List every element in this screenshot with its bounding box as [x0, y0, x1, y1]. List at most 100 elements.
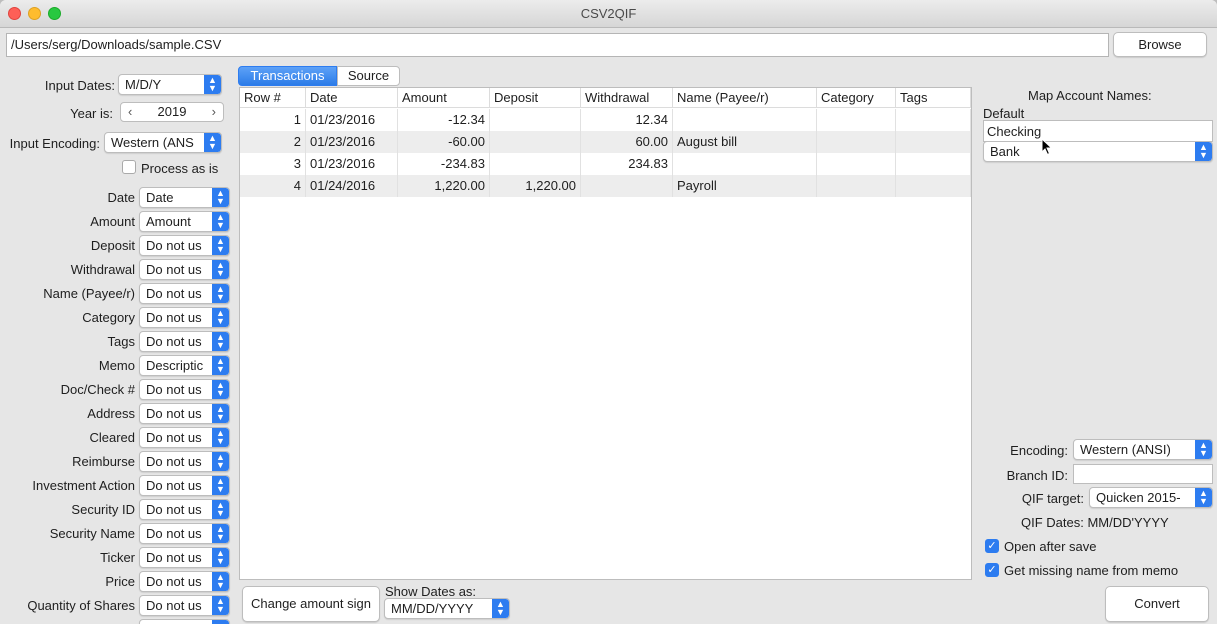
table-cell: [581, 175, 673, 197]
chevron-right-icon[interactable]: ›: [212, 103, 216, 121]
encoding-select[interactable]: Western (ANSI) ▲ ▼: [1073, 439, 1213, 460]
field-map-select[interactable]: Do not us ▲ ▼: [139, 547, 230, 568]
field-map-select[interactable]: Do not us ▲ ▼: [139, 523, 230, 544]
chevron-updown-icon: ▲ ▼: [212, 380, 229, 399]
file-path-input[interactable]: /Users/serg/Downloads/sample.CSV: [6, 33, 1109, 57]
get-missing-name-checkbox[interactable]: ✓: [985, 563, 999, 577]
show-dates-select[interactable]: MM/DD/YYYY ▲ ▼: [384, 598, 510, 619]
table-cell: -234.83: [398, 153, 490, 175]
chevron-updown-icon: ▲ ▼: [212, 596, 229, 615]
year-value: 2019: [157, 104, 187, 119]
chevron-updown-icon: ▲ ▼: [212, 548, 229, 567]
column-header[interactable]: Name (Payee/r): [673, 88, 817, 108]
chevron-updown-icon: ▲ ▼: [212, 188, 229, 207]
chevron-updown-icon: ▲ ▼: [212, 476, 229, 495]
table-row[interactable]: 3 01/23/2016 -234.83 234.83: [240, 153, 971, 175]
open-after-save-label: Open after save: [1004, 539, 1097, 554]
encoding-label: Encoding:: [1010, 443, 1068, 458]
table-row[interactable]: 2 01/23/2016 -60.00 60.00 August bill: [240, 131, 971, 153]
chevron-left-icon[interactable]: ‹: [128, 103, 132, 121]
field-map-label: Category: [82, 310, 135, 325]
process-as-is-label: Process as is: [141, 161, 219, 176]
field-map-select[interactable]: Do not us ▲ ▼: [139, 427, 230, 448]
input-dates-select[interactable]: M/D/Y ▲ ▼: [118, 74, 222, 95]
open-after-save-checkbox[interactable]: ✓: [985, 539, 999, 553]
chevron-updown-icon: ▲ ▼: [212, 212, 229, 231]
field-map-select[interactable]: Amount ▲ ▼: [139, 211, 230, 232]
field-map-label: Tags: [107, 334, 135, 349]
field-map-select[interactable]: Do not us ▲ ▼: [139, 571, 230, 592]
column-header[interactable]: Date: [306, 88, 398, 108]
table-cell: August bill: [673, 131, 817, 153]
checkmark-icon: ✓: [987, 564, 997, 576]
field-map-label: Price: [105, 574, 135, 589]
table-cell: [490, 109, 581, 131]
chevron-updown-icon: ▲ ▼: [212, 428, 229, 447]
encoding-value: Western (ANSI): [1080, 442, 1171, 457]
field-map-label: Address: [87, 406, 135, 421]
tab-transactions[interactable]: Transactions: [238, 66, 337, 86]
field-map-select[interactable]: Do not us ▲ ▼: [139, 331, 230, 352]
qif-target-select[interactable]: Quicken 2015- ▲ ▼: [1089, 487, 1213, 508]
qif-target-label: QIF target:: [1021, 491, 1084, 506]
field-map-label: Cleared: [89, 430, 135, 445]
field-map-select[interactable]: [139, 619, 230, 624]
qif-dates-text: QIF Dates: MM/DD'YYYY: [1021, 515, 1169, 530]
tab-source[interactable]: Source: [337, 66, 400, 86]
table-row[interactable]: 4 01/24/2016 1,220.00 1,220.00 Payroll: [240, 175, 971, 197]
table-cell: 01/23/2016: [306, 131, 398, 153]
column-header[interactable]: Tags: [896, 88, 971, 108]
browse-button[interactable]: Browse: [1113, 32, 1207, 57]
table-row[interactable]: 1 01/23/2016 -12.34 12.34: [240, 109, 971, 131]
column-header[interactable]: Row #: [240, 88, 306, 108]
field-map-label: Quantity of Shares: [27, 598, 135, 613]
title-bar: CSV2QIF: [0, 0, 1217, 28]
table-cell: 12.34: [581, 109, 673, 131]
field-map-label: Ticker: [100, 550, 135, 565]
field-map-select[interactable]: Descriptic ▲ ▼: [139, 355, 230, 376]
chevron-updown-icon: ▲ ▼: [204, 75, 221, 94]
table-cell: -12.34: [398, 109, 490, 131]
year-stepper[interactable]: ‹ 2019 ›: [120, 102, 224, 122]
field-map-select[interactable]: Do not us ▲ ▼: [139, 475, 230, 496]
app-window: CSV2QIF /Users/serg/Downloads/sample.CSV…: [0, 0, 1217, 624]
field-map-select[interactable]: Date ▲ ▼: [139, 187, 230, 208]
table-cell: 1,220.00: [398, 175, 490, 197]
change-amount-sign-button[interactable]: Change amount sign: [242, 586, 380, 622]
field-map-select[interactable]: Do not us ▲ ▼: [139, 379, 230, 400]
field-map-label: Security ID: [71, 502, 135, 517]
field-map-select[interactable]: Do not us ▲ ▼: [139, 259, 230, 280]
table-cell: 01/23/2016: [306, 109, 398, 131]
field-map-select[interactable]: Do not us ▲ ▼: [139, 283, 230, 304]
column-header[interactable]: Category: [817, 88, 896, 108]
account-type-select[interactable]: Bank ▲ ▼: [983, 141, 1213, 162]
default-label: Default: [983, 106, 1025, 121]
table-cell: [673, 109, 817, 131]
chevron-updown-icon: ▲ ▼: [212, 236, 229, 255]
field-map-select[interactable]: Do not us ▲ ▼: [139, 235, 230, 256]
convert-button[interactable]: Convert: [1105, 586, 1209, 622]
chevron-updown-icon: ▲ ▼: [212, 404, 229, 423]
account-name-input[interactable]: Checking: [983, 120, 1213, 142]
column-header[interactable]: Deposit: [490, 88, 581, 108]
field-map-label: Security Name: [49, 526, 135, 541]
chevron-updown-icon: ▲ ▼: [212, 260, 229, 279]
field-map-select[interactable]: Do not us ▲ ▼: [139, 595, 230, 616]
field-map-label: Name (Payee/r): [43, 286, 135, 301]
input-encoding-select[interactable]: Western (ANS ▲ ▼: [104, 132, 222, 153]
chevron-updown-icon: ▲ ▼: [1195, 142, 1212, 161]
column-header[interactable]: Withdrawal: [581, 88, 673, 108]
process-as-is-checkbox[interactable]: [122, 160, 136, 174]
input-encoding-label: Input Encoding:: [9, 136, 100, 151]
table-cell: 1,220.00: [490, 175, 581, 197]
field-map-select[interactable]: Do not us ▲ ▼: [139, 307, 230, 328]
chevron-updown-icon: ▲ ▼: [204, 133, 221, 152]
chevron-updown-icon: ▲ ▼: [212, 572, 229, 591]
column-header[interactable]: Amount: [398, 88, 490, 108]
table-cell: 60.00: [581, 131, 673, 153]
branch-id-input[interactable]: [1073, 464, 1213, 484]
field-map-select[interactable]: Do not us ▲ ▼: [139, 499, 230, 520]
table-cell: [817, 175, 896, 197]
field-map-select[interactable]: Do not us ▲ ▼: [139, 403, 230, 424]
field-map-select[interactable]: Do not us ▲ ▼: [139, 451, 230, 472]
